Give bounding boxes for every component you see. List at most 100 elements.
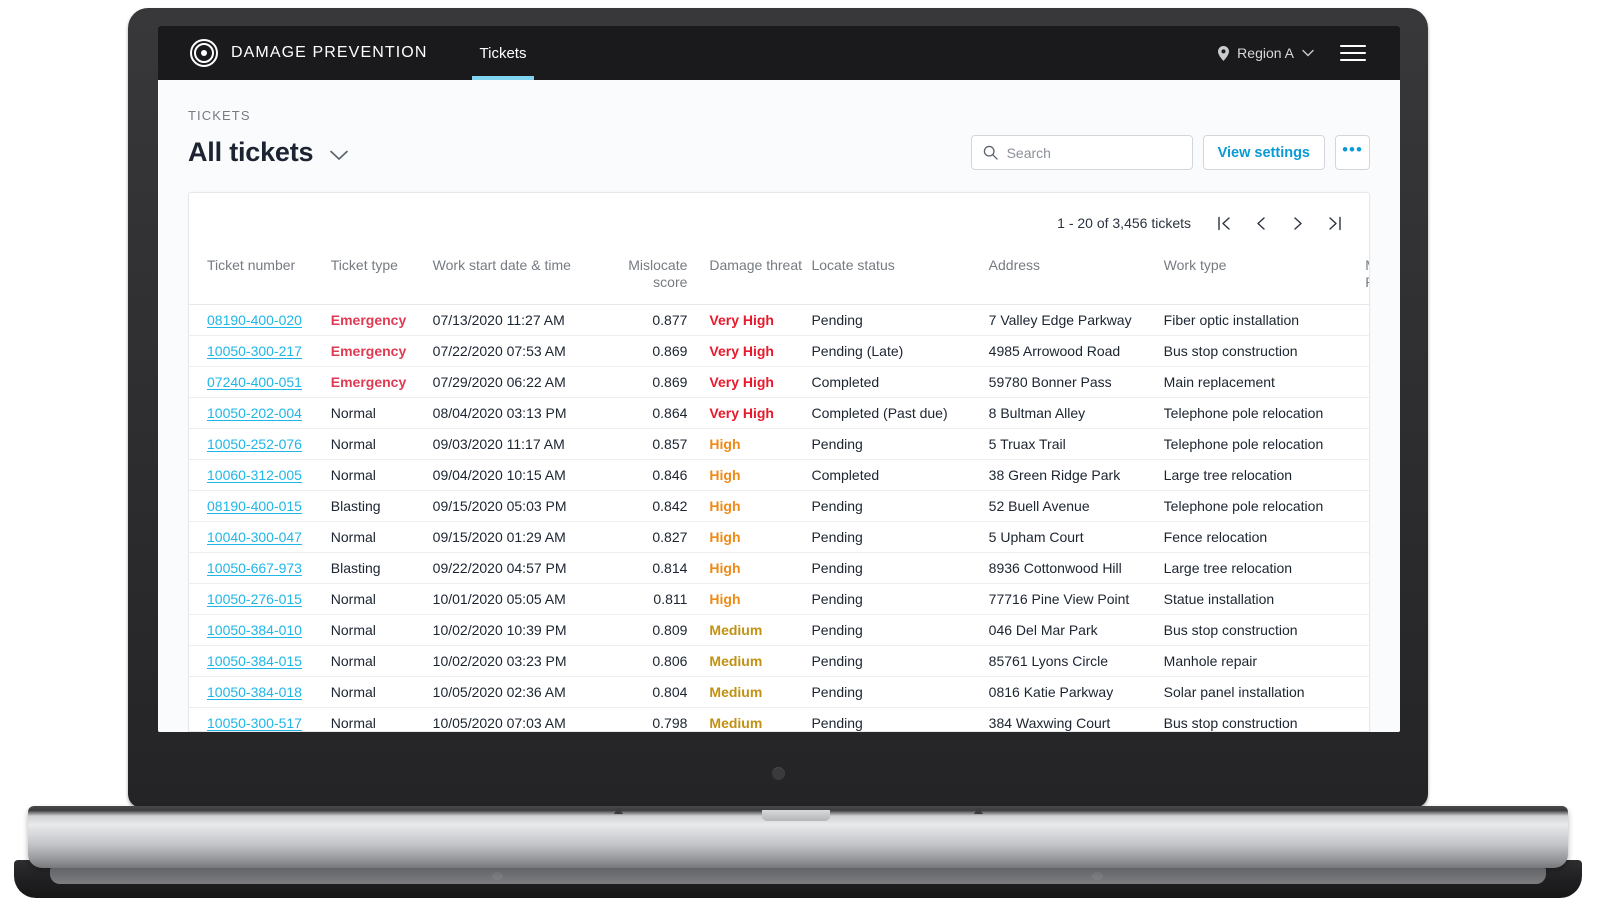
cell-ticket-number[interactable]: 10060-312-005 bbox=[189, 460, 331, 491]
column-header-address[interactable]: Address bbox=[989, 249, 1164, 305]
table-row[interactable]: 10050-300-217Emergency07/22/2020 07:53 A… bbox=[189, 336, 1369, 367]
previous-page-icon bbox=[1253, 215, 1270, 232]
cell-work-type: Large tree relocation bbox=[1164, 553, 1366, 584]
ticket-type-value: Blasting bbox=[331, 498, 381, 514]
table-row[interactable]: 10050-202-004Normal08/04/2020 03:13 PM0.… bbox=[189, 398, 1369, 429]
ticket-number-link[interactable]: 10040-300-047 bbox=[207, 529, 302, 545]
previous-page-button[interactable] bbox=[1243, 209, 1279, 237]
ticket-number-link[interactable]: 10050-384-018 bbox=[207, 684, 302, 700]
cell-address: 77716 Pine View Point bbox=[989, 584, 1164, 615]
cell-work-type: Fiber optic installation bbox=[1164, 305, 1366, 336]
tab-tickets[interactable]: Tickets bbox=[472, 26, 535, 80]
table-row[interactable]: 10050-384-010Normal10/02/2020 10:39 PM0.… bbox=[189, 615, 1369, 646]
table-row[interactable]: 08190-400-020Emergency07/13/2020 11:27 A… bbox=[189, 305, 1369, 336]
ticket-number-link[interactable]: 10050-276-015 bbox=[207, 591, 302, 607]
table-row[interactable]: 10050-384-015Normal10/02/2020 03:23 PM0.… bbox=[189, 646, 1369, 677]
table-row[interactable]: 10050-300-517Normal10/05/2020 07:03 AM0.… bbox=[189, 708, 1369, 731]
cell-ticket-type: Blasting bbox=[331, 491, 433, 522]
last-page-button[interactable] bbox=[1315, 209, 1351, 237]
more-options-button[interactable]: ••• bbox=[1335, 135, 1370, 170]
cell-mislocate-score: 0.869 bbox=[619, 367, 688, 398]
ticket-number-link[interactable]: 08190-400-015 bbox=[207, 498, 302, 514]
damage-threat-badge: Medium bbox=[709, 622, 762, 638]
last-page-icon bbox=[1325, 215, 1342, 232]
ticket-number-link[interactable]: 08190-400-020 bbox=[207, 312, 302, 328]
ticket-number-link[interactable]: 07240-400-051 bbox=[207, 374, 302, 390]
next-page-button[interactable] bbox=[1279, 209, 1315, 237]
cell-ticket-type: Normal bbox=[331, 677, 433, 708]
column-header-damage-threat[interactable]: Damage threat bbox=[687, 249, 811, 305]
cell-mislocate-score: 0.846 bbox=[619, 460, 688, 491]
cell-ticket-number[interactable]: 10050-384-010 bbox=[189, 615, 331, 646]
cell-work-type: Fence relocation bbox=[1164, 522, 1366, 553]
cell-work-type: Telephone pole relocation bbox=[1164, 398, 1366, 429]
first-page-button[interactable] bbox=[1207, 209, 1243, 237]
ticket-number-link[interactable]: 10050-384-010 bbox=[207, 622, 302, 638]
cell-ticket-number[interactable]: 08190-400-015 bbox=[189, 491, 331, 522]
column-header-member-code[interactable]: Member code : Positive re bbox=[1365, 249, 1369, 305]
table-row[interactable]: 10040-300-047Normal09/15/2020 01:29 AM0.… bbox=[189, 522, 1369, 553]
cell-member-code: GAS102>005 bbox=[1365, 336, 1369, 367]
cell-ticket-type: Emergency bbox=[331, 336, 433, 367]
cell-mislocate-score: 0.806 bbox=[619, 646, 688, 677]
column-header-locate-status[interactable]: Locate status bbox=[811, 249, 988, 305]
cell-ticket-number[interactable]: 10050-276-015 bbox=[189, 584, 331, 615]
cell-ticket-number[interactable]: 10050-202-004 bbox=[189, 398, 331, 429]
search-box[interactable] bbox=[971, 135, 1193, 170]
table-row[interactable]: 10050-384-018Normal10/05/2020 02:36 AM0.… bbox=[189, 677, 1369, 708]
next-page-icon bbox=[1289, 215, 1306, 232]
column-header-work-type[interactable]: Work type bbox=[1164, 249, 1366, 305]
ticket-number-link[interactable]: 10050-202-004 bbox=[207, 405, 302, 421]
ticket-number-link[interactable]: 10050-300-217 bbox=[207, 343, 302, 359]
cell-ticket-number[interactable]: 10040-300-047 bbox=[189, 522, 331, 553]
ticket-number-link[interactable]: 10050-384-015 bbox=[207, 653, 302, 669]
search-input[interactable] bbox=[1007, 145, 1181, 161]
ticket-number-link[interactable]: 10050-252-076 bbox=[207, 436, 302, 452]
table-row[interactable]: 10060-312-005Normal09/04/2020 10:15 AM0.… bbox=[189, 460, 1369, 491]
view-settings-button[interactable]: View settings bbox=[1203, 135, 1325, 170]
brand-logo[interactable]: DAMAGE PREVENTION bbox=[158, 26, 428, 80]
view-selector-chevron-down-icon[interactable] bbox=[329, 149, 349, 161]
pagination-count: 1 - 20 of 3,456 tickets bbox=[1057, 215, 1191, 231]
region-selector[interactable]: Region A bbox=[1218, 45, 1314, 61]
cell-damage-threat: Very High bbox=[687, 398, 811, 429]
cell-ticket-number[interactable]: 10050-252-076 bbox=[189, 429, 331, 460]
column-header-mislocate-score[interactable]: Mislocate score bbox=[619, 249, 688, 305]
hamburger-menu-icon[interactable] bbox=[1340, 40, 1366, 66]
table-row[interactable]: 07240-400-051Emergency07/29/2020 06:22 A… bbox=[189, 367, 1369, 398]
column-header-ticket-type[interactable]: Ticket type bbox=[331, 249, 433, 305]
ticket-number-link[interactable]: 10050-667-973 bbox=[207, 560, 302, 576]
cell-damage-threat: High bbox=[687, 460, 811, 491]
cell-ticket-number[interactable]: 10050-384-018 bbox=[189, 677, 331, 708]
cell-ticket-type: Normal bbox=[331, 460, 433, 491]
ticket-number-link[interactable]: 10050-300-517 bbox=[207, 715, 302, 731]
ticket-number-link[interactable]: 10060-312-005 bbox=[207, 467, 302, 483]
application-window: DAMAGE PREVENTION Tickets Region A bbox=[158, 26, 1400, 732]
ticket-type-value: Normal bbox=[331, 591, 376, 607]
table-row[interactable]: 08190-400-015Blasting09/15/2020 05:03 PM… bbox=[189, 491, 1369, 522]
tickets-grid-scroll-area[interactable]: Ticket number Ticket type Work start dat… bbox=[189, 249, 1369, 731]
table-row[interactable]: 10050-276-015Normal10/01/2020 05:05 AM0.… bbox=[189, 584, 1369, 615]
cell-work-start: 10/05/2020 07:03 AM bbox=[433, 708, 619, 731]
cell-ticket-number[interactable]: 08190-400-020 bbox=[189, 305, 331, 336]
table-row[interactable]: 10050-252-076Normal09/03/2020 11:17 AM0.… bbox=[189, 429, 1369, 460]
cell-ticket-type: Normal bbox=[331, 584, 433, 615]
cell-address: 52 Buell Avenue bbox=[989, 491, 1164, 522]
cell-ticket-number[interactable]: 10050-300-217 bbox=[189, 336, 331, 367]
cell-member-code: GAS106>007 bbox=[1365, 398, 1369, 429]
cell-ticket-number[interactable]: 07240-400-051 bbox=[189, 367, 331, 398]
damage-threat-badge: High bbox=[709, 591, 740, 607]
cell-work-start: 07/29/2020 06:22 AM bbox=[433, 367, 619, 398]
cell-ticket-number[interactable]: 10050-667-973 bbox=[189, 553, 331, 584]
laptop-mockup-scene: DAMAGE PREVENTION Tickets Region A bbox=[0, 0, 1600, 906]
cell-member-code: GAS106>000 bbox=[1365, 708, 1369, 731]
column-header-ticket-number[interactable]: Ticket number bbox=[189, 249, 331, 305]
column-header-work-start[interactable]: Work start date & time bbox=[433, 249, 619, 305]
table-row[interactable]: 10050-667-973Blasting09/22/2020 04:57 PM… bbox=[189, 553, 1369, 584]
cell-locate-status: Completed bbox=[811, 367, 988, 398]
cell-ticket-number[interactable]: 10050-300-517 bbox=[189, 708, 331, 731]
cell-damage-threat: Very High bbox=[687, 305, 811, 336]
tickets-table-body: 08190-400-020Emergency07/13/2020 11:27 A… bbox=[189, 305, 1369, 731]
cell-damage-threat: Very High bbox=[687, 367, 811, 398]
cell-ticket-number[interactable]: 10050-384-015 bbox=[189, 646, 331, 677]
